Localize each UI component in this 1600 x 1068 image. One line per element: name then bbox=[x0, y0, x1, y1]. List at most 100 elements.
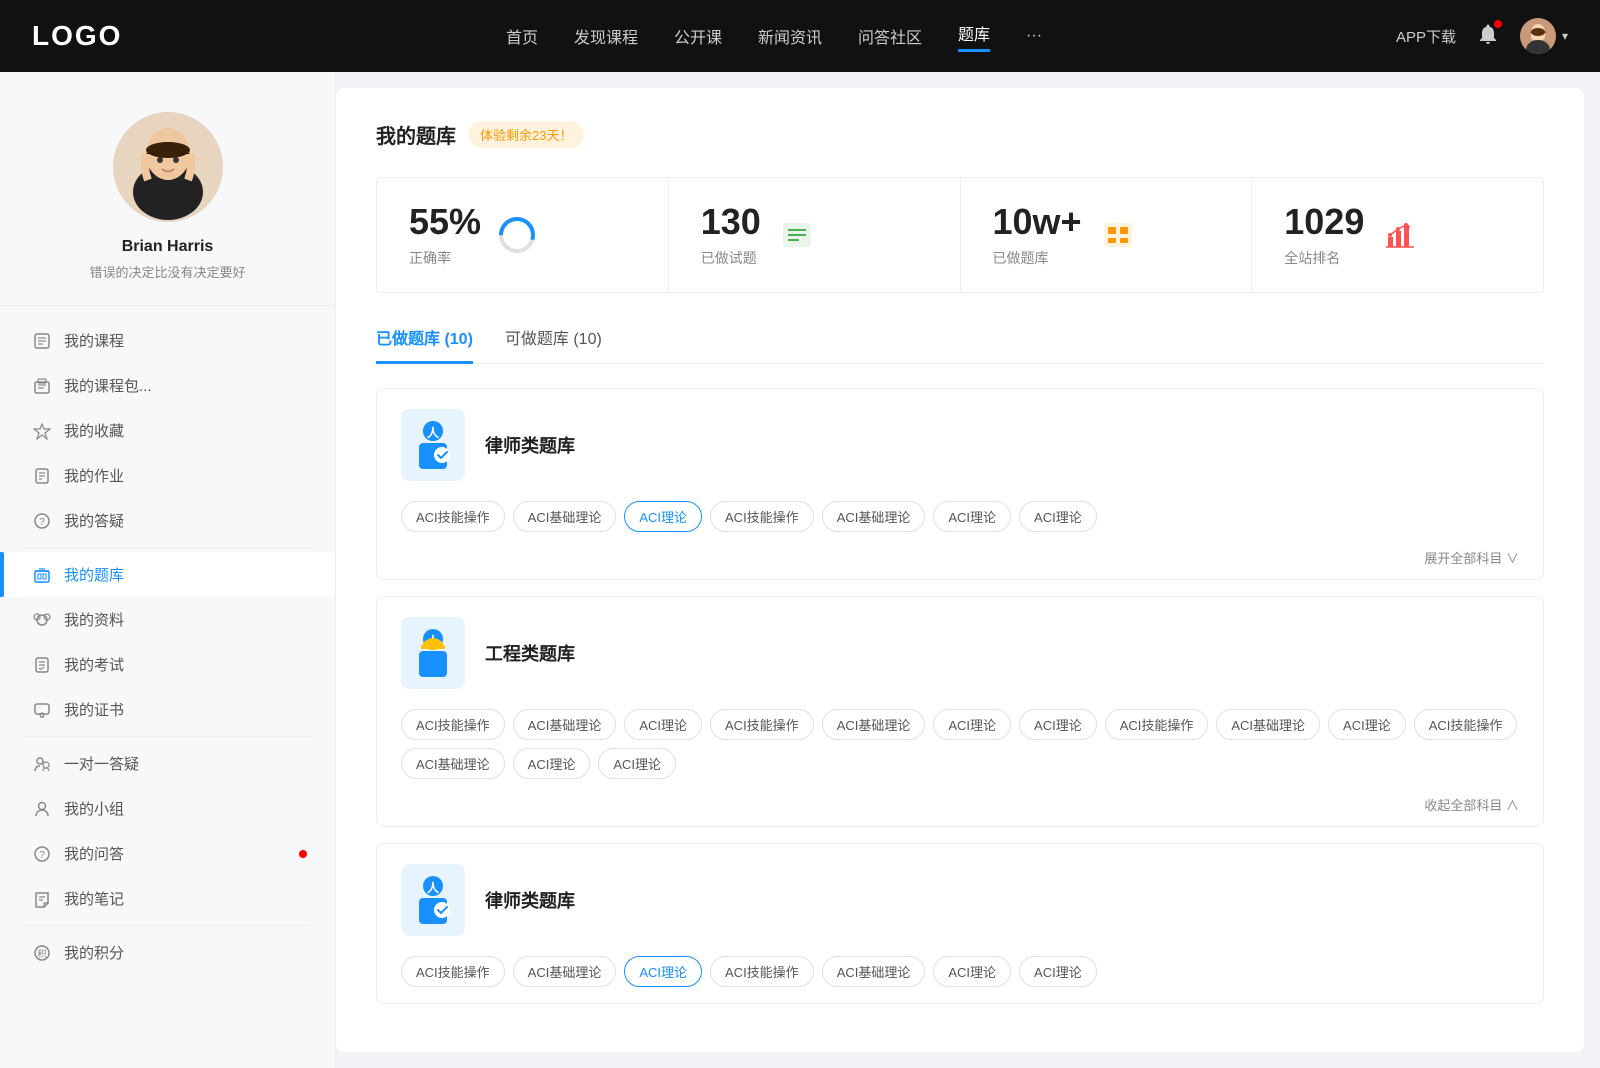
tag-1-8[interactable]: ACI基础理论 bbox=[1216, 709, 1320, 740]
tag-1-10[interactable]: ACI技能操作 bbox=[1414, 709, 1518, 740]
tab-done[interactable]: 已做题库 (10) bbox=[376, 325, 473, 364]
tag-0-3[interactable]: ACI技能操作 bbox=[710, 501, 814, 532]
tag-1-7[interactable]: ACI技能操作 bbox=[1105, 709, 1209, 740]
chevron-down-icon: ▾ bbox=[1562, 29, 1568, 43]
tag-2-1[interactable]: ACI基础理论 bbox=[513, 956, 617, 987]
tag-2-6[interactable]: ACI理论 bbox=[1019, 956, 1097, 987]
tag-1-12[interactable]: ACI理论 bbox=[513, 748, 591, 779]
svg-text:?: ? bbox=[39, 850, 45, 861]
stat-rank-label: 全站排名 bbox=[1284, 248, 1364, 268]
nav-menu: 首页 发现课程 公开课 新闻资讯 问答社区 题库 ··· bbox=[506, 21, 1042, 52]
tag-1-6[interactable]: ACI理论 bbox=[1019, 709, 1097, 740]
bank-icon bbox=[32, 565, 52, 585]
material-icon bbox=[32, 610, 52, 630]
nav-discover[interactable]: 发现课程 bbox=[574, 24, 638, 48]
tab-todo[interactable]: 可做题库 (10) bbox=[505, 325, 602, 364]
profile-name: Brian Harris bbox=[122, 238, 214, 256]
tag-0-4[interactable]: ACI基础理论 bbox=[822, 501, 926, 532]
star-icon bbox=[32, 421, 52, 441]
notification-bell[interactable] bbox=[1476, 22, 1500, 51]
stat-done-label: 已做试题 bbox=[701, 248, 761, 268]
tag-2-4[interactable]: ACI基础理论 bbox=[822, 956, 926, 987]
nav-open[interactable]: 公开课 bbox=[674, 24, 722, 48]
sidebar-item-question[interactable]: ? 我的答疑 bbox=[0, 498, 335, 543]
logo[interactable]: LOGO bbox=[32, 20, 152, 52]
tag-2-0[interactable]: ACI技能操作 bbox=[401, 956, 505, 987]
tag-0-0[interactable]: ACI技能操作 bbox=[401, 501, 505, 532]
sidebar-item-homework[interactable]: 我的作业 bbox=[0, 453, 335, 498]
tag-1-11[interactable]: ACI基础理论 bbox=[401, 748, 505, 779]
sidebar-item-bank[interactable]: 我的题库 bbox=[0, 552, 335, 597]
bank-card-2: 人 律师类题库 ACI技能操作 ACI基础理论 ACI理论 ACI技能操作 AC… bbox=[376, 843, 1544, 1004]
sidebar-item-note[interactable]: 我的笔记 bbox=[0, 876, 335, 921]
nav-home[interactable]: 首页 bbox=[506, 24, 538, 48]
svg-text:积: 积 bbox=[37, 948, 46, 959]
pie-chart-icon bbox=[497, 215, 537, 255]
nav-qa[interactable]: 问答社区 bbox=[858, 24, 922, 48]
stat-done: 130 已做试题 bbox=[669, 178, 961, 292]
bank-card-1: 人 工程类题库 ACI技能操作 ACI基础理论 ACI理论 ACI技能操作 AC… bbox=[376, 596, 1544, 827]
sidebar-label-exam: 我的考试 bbox=[64, 654, 124, 675]
tag-1-3[interactable]: ACI技能操作 bbox=[710, 709, 814, 740]
trial-badge: 体验剩余23天！ bbox=[468, 121, 584, 148]
bank-title-2: 律师类题库 bbox=[485, 887, 575, 913]
sidebar-item-package[interactable]: 我的课程包... bbox=[0, 363, 335, 408]
tag-1-2[interactable]: ACI理论 bbox=[624, 709, 702, 740]
sidebar-label-note: 我的笔记 bbox=[64, 888, 124, 909]
sidebar-label-question: 我的答疑 bbox=[64, 510, 124, 531]
bank-icon-engineer-1: 人 bbox=[401, 617, 465, 689]
sidebar-label-homework: 我的作业 bbox=[64, 465, 124, 486]
sidebar-label-course: 我的课程 bbox=[64, 330, 124, 351]
bank-card-0: 人 律师类题库 ACI技能操作 ACI基础理论 ACI理论 ACI技能操作 AC… bbox=[376, 388, 1544, 580]
sidebar-item-favorites[interactable]: 我的收藏 bbox=[0, 408, 335, 453]
tag-0-5[interactable]: ACI理论 bbox=[933, 501, 1011, 532]
app-download-button[interactable]: APP下载 bbox=[1396, 26, 1456, 47]
svg-text:人: 人 bbox=[427, 880, 440, 895]
sidebar-item-cert[interactable]: 我的证书 bbox=[0, 687, 335, 732]
bank-tabs: 已做题库 (10) 可做题库 (10) bbox=[376, 325, 1544, 364]
cert-icon bbox=[32, 700, 52, 720]
stat-accuracy-value: 55% bbox=[409, 202, 481, 242]
tag-2-3[interactable]: ACI技能操作 bbox=[710, 956, 814, 987]
nav-bank[interactable]: 题库 bbox=[958, 21, 990, 52]
score-icon: 积 bbox=[32, 943, 52, 963]
tag-0-1[interactable]: ACI基础理论 bbox=[513, 501, 617, 532]
tag-2-5[interactable]: ACI理论 bbox=[933, 956, 1011, 987]
user-avatar bbox=[1520, 18, 1556, 54]
tag-1-13[interactable]: ACI理论 bbox=[598, 748, 676, 779]
tag-1-4[interactable]: ACI基础理论 bbox=[822, 709, 926, 740]
tag-1-9[interactable]: ACI理论 bbox=[1328, 709, 1406, 740]
stat-done-value: 130 bbox=[701, 202, 761, 242]
tag-0-6[interactable]: ACI理论 bbox=[1019, 501, 1097, 532]
tag-1-5[interactable]: ACI理论 bbox=[933, 709, 1011, 740]
nav-news[interactable]: 新闻资讯 bbox=[758, 24, 822, 48]
nav-more[interactable]: ··· bbox=[1026, 27, 1042, 45]
tag-2-2[interactable]: ACI理论 bbox=[624, 956, 702, 987]
sidebar-item-course[interactable]: 我的课程 bbox=[0, 318, 335, 363]
expand-button-0[interactable]: 展开全部科目 ∨ bbox=[377, 548, 1543, 579]
sidebar-label-score: 我的积分 bbox=[64, 942, 124, 963]
sidebar-item-score[interactable]: 积 我的积分 bbox=[0, 930, 335, 975]
sidebar-item-material[interactable]: 我的资料 bbox=[0, 597, 335, 642]
bank-icon-lawyer-2: 人 bbox=[401, 864, 465, 936]
package-icon bbox=[32, 376, 52, 396]
bank-title-0: 律师类题库 bbox=[485, 432, 575, 458]
profile-avatar bbox=[113, 112, 223, 222]
stat-rank: 1029 全站排名 bbox=[1252, 178, 1543, 292]
tag-0-2[interactable]: ACI理论 bbox=[624, 501, 702, 532]
top-navigation: LOGO 首页 发现课程 公开课 新闻资讯 问答社区 题库 ··· APP下载 bbox=[0, 0, 1600, 72]
user-avatar-button[interactable]: ▾ bbox=[1520, 18, 1568, 54]
tag-1-1[interactable]: ACI基础理论 bbox=[513, 709, 617, 740]
sidebar-label-group: 我的小组 bbox=[64, 798, 124, 819]
sidebar-item-tutor[interactable]: 一对一答疑 bbox=[0, 741, 335, 786]
tag-1-0[interactable]: ACI技能操作 bbox=[401, 709, 505, 740]
sidebar-label-tutor: 一对一答疑 bbox=[64, 753, 139, 774]
sidebar-item-exam[interactable]: 我的考试 bbox=[0, 642, 335, 687]
sidebar-item-qa[interactable]: ? 我的问答 bbox=[0, 831, 335, 876]
stat-rank-value: 1029 bbox=[1284, 202, 1364, 242]
sidebar-item-group[interactable]: 我的小组 bbox=[0, 786, 335, 831]
main-content: 我的题库 体验剩余23天！ 55% 正确率 bbox=[336, 88, 1584, 1052]
stat-accuracy-label: 正确率 bbox=[409, 248, 481, 268]
collapse-button-1[interactable]: 收起全部科目 ∧ bbox=[377, 795, 1543, 826]
exam-icon bbox=[32, 655, 52, 675]
